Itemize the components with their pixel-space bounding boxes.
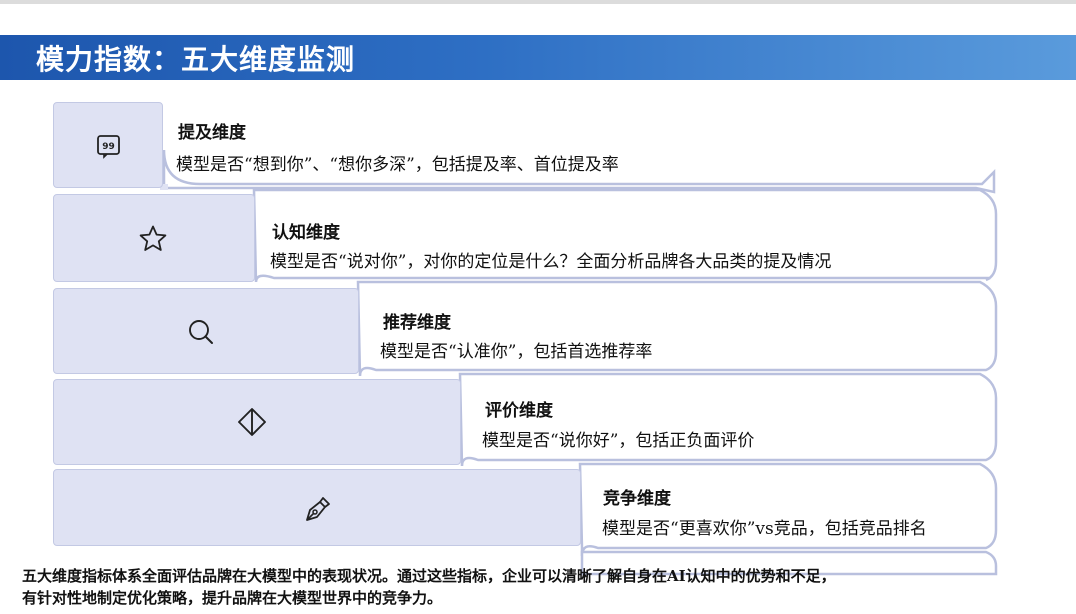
recommend-heading: 推荐维度 bbox=[383, 313, 451, 333]
search-icon bbox=[185, 316, 217, 348]
compete-heading: 竞争维度 bbox=[603, 489, 671, 509]
evaluate-heading: 评价维度 bbox=[485, 401, 553, 421]
mention-description: 模型是否“想到你”、“想你多深”，包括提及率、首位提及率 bbox=[176, 155, 619, 175]
cognition-heading: 认知维度 bbox=[272, 223, 340, 243]
quote-icon: 99 bbox=[93, 130, 125, 162]
card-cognition bbox=[53, 194, 255, 282]
summary-line-1: 五大维度指标体系全面评估品牌在大模型中的表现状况。通过这些指标，企业可以清晰了解… bbox=[22, 567, 836, 585]
mention-heading: 提及维度 bbox=[178, 123, 246, 143]
pen-icon bbox=[301, 493, 333, 525]
diamond-icon bbox=[236, 406, 268, 438]
evaluate-description: 模型是否“说你好”，包括正负面评价 bbox=[482, 431, 755, 451]
cognition-description: 模型是否“说对你”，对你的定位是什么？全面分析品牌各大品类的提及情况 bbox=[270, 252, 832, 272]
panel-compete bbox=[578, 462, 998, 557]
svg-text:99: 99 bbox=[102, 142, 115, 152]
star-icon bbox=[137, 223, 169, 255]
compete-description: 模型是否“更喜欢你”vs竞品，包括竞品排名 bbox=[602, 519, 927, 539]
summary-paragraph: 五大维度指标体系全面评估品牌在大模型中的表现状况。通过这些指标，企业可以清晰了解… bbox=[22, 565, 1062, 609]
card-mention: 99 bbox=[53, 102, 163, 188]
card-compete bbox=[53, 469, 581, 546]
summary-line-2: 有针对性地制定优化策略，提升品牌在大模型世界中的竞争力。 bbox=[22, 589, 443, 607]
recommend-description: 模型是否“认准你”，包括首选推荐率 bbox=[380, 342, 653, 362]
card-recommend bbox=[53, 288, 359, 374]
card-evaluate bbox=[53, 379, 461, 465]
